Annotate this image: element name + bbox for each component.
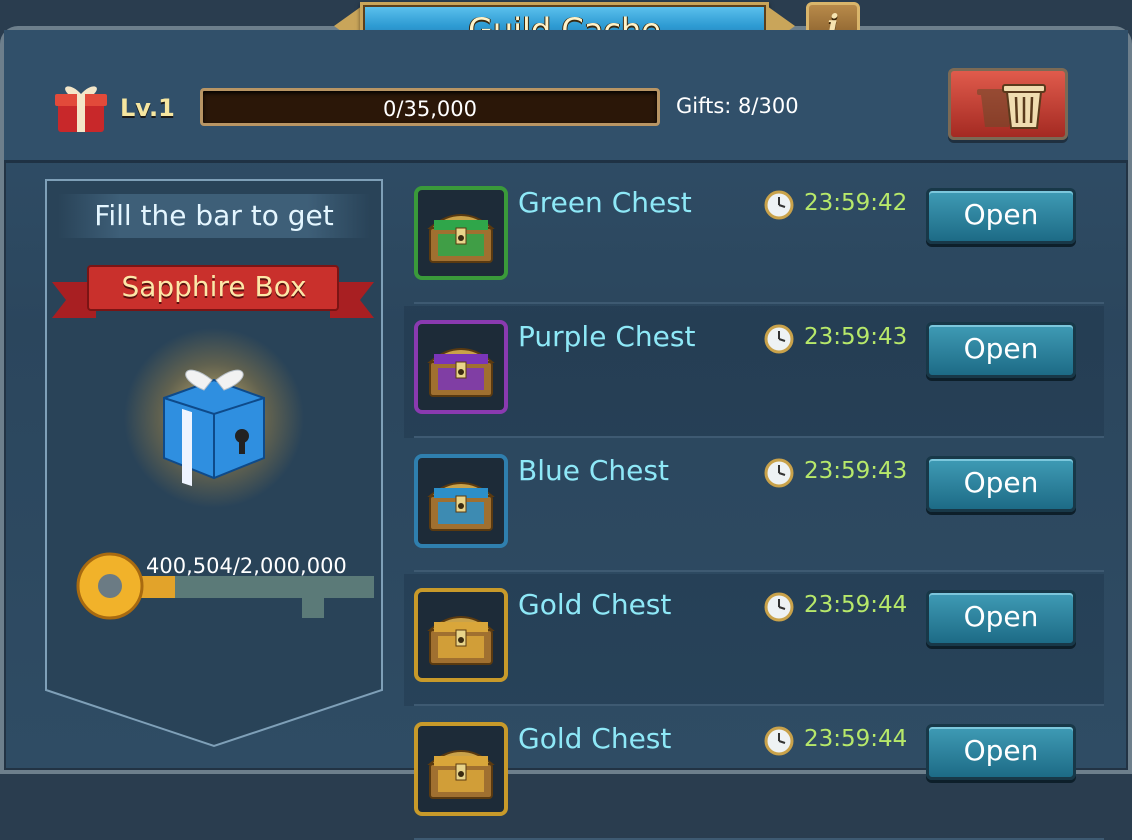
chest-icon [427,348,495,397]
fill-bar-prompt: Fill the bar to get [58,194,370,238]
guild-level: Lv.1 [120,94,175,122]
chest-icon [427,616,495,665]
chest-timer: 23:59:42 [804,190,908,216]
chest-row: Blue Chest 23:59:43 Open [404,440,1104,572]
chest-icon [414,454,508,548]
chest-name: Blue Chest [518,454,669,487]
row-divider [414,436,1104,438]
chest-row: Green Chest 23:59:42 Open [404,172,1104,304]
clock-icon [764,190,794,220]
chest-timer: 23:59:43 [804,458,908,484]
reward-panel: Fill the bar to get Sapphire Box 400,504… [44,178,384,748]
gifts-count: Gifts: 8/300 [676,94,799,118]
trash-icon [977,84,1046,129]
chest-name: Green Chest [518,186,692,219]
open-chest-button[interactable]: Open [926,322,1076,378]
open-chest-button[interactable]: Open [926,590,1076,646]
chest-timer: 23:59:44 [804,592,908,618]
open-chest-button[interactable]: Open [926,188,1076,244]
chest-name: Gold Chest [518,722,672,755]
chest-icon [414,186,508,280]
chest-icon [427,750,495,799]
chest-timer: 23:59:44 [804,726,908,752]
row-divider [414,302,1104,304]
chest-row: Gold Chest 23:59:44 Open [404,708,1104,840]
clock-icon [764,324,794,354]
chest-name: Gold Chest [518,588,672,621]
clock-icon [764,592,794,622]
chest-name: Purple Chest [518,320,696,353]
cache-progress-text: 0/35,000 [383,97,477,121]
row-divider [414,704,1104,706]
chest-icon [427,214,495,263]
open-chest-button[interactable]: Open [926,456,1076,512]
reward-box-name: Sapphire Box [121,270,307,303]
clock-icon [764,726,794,756]
sapphire-box-icon [124,328,304,508]
cache-progress-bar: 0/35,000 [200,88,660,126]
chest-row: Purple Chest 23:59:43 Open [404,306,1104,438]
clock-icon [764,458,794,488]
chest-row: Gold Chest 23:59:44 Open [404,574,1104,706]
chest-icon [414,588,508,682]
chest-timer: 23:59:43 [804,324,908,350]
row-divider [414,570,1104,572]
chest-icon [427,482,495,531]
chest-icon [414,722,508,816]
chest-icon [414,320,508,414]
key-progress-text: 400,504/2,000,000 [146,554,347,578]
delete-all-button[interactable] [948,68,1068,140]
open-chest-button[interactable]: Open [926,724,1076,780]
gift-icon [55,86,107,132]
